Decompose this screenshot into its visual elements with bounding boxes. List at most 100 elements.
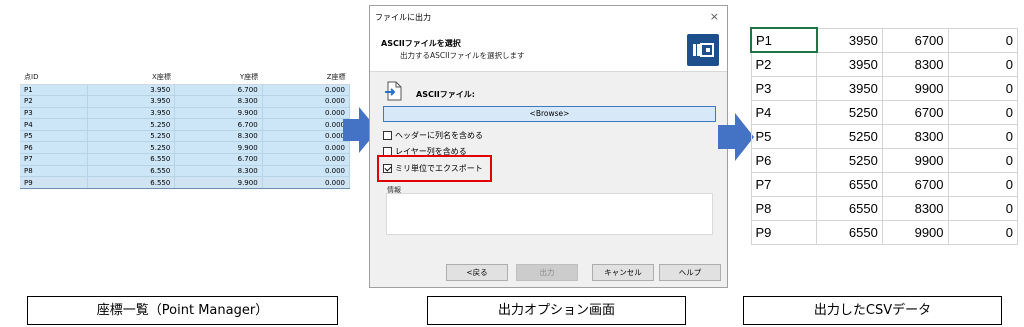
grid-cell[interactable]: 6700 — [881, 99, 949, 125]
table-cell[interactable]: 0.000 — [262, 118, 351, 131]
table-cell[interactable]: 9.900 — [174, 107, 263, 120]
table-cell[interactable]: 6.550 — [87, 165, 176, 178]
table-cell[interactable]: 6.700 — [174, 118, 263, 131]
table-row[interactable]: P6 5.250 9.900 0.000 — [20, 141, 351, 155]
table-cell[interactable]: 6.550 — [87, 153, 176, 166]
cancel-button[interactable]: キャンセル — [592, 264, 654, 281]
table-cell[interactable]: P9 — [20, 176, 89, 189]
grid-cell[interactable]: P6 — [750, 147, 818, 173]
table-cell[interactable]: 0.000 — [262, 107, 351, 120]
grid-cell[interactable]: 8300 — [881, 51, 949, 77]
grid-cell[interactable]: 0 — [947, 219, 1019, 245]
table-cell[interactable]: 6.700 — [174, 153, 263, 166]
table-row[interactable]: P1 3.950 6.700 0.000 — [20, 84, 351, 97]
grid-cell[interactable]: 0 — [947, 195, 1019, 221]
table-cell[interactable]: 6.700 — [174, 84, 263, 97]
option-export-millimeters[interactable]: ミリ単位でエクスポート — [383, 163, 483, 174]
grid-cell[interactable]: 0 — [947, 123, 1019, 149]
grid-cell[interactable]: 6550 — [816, 195, 883, 221]
table-cell[interactable]: 0.000 — [262, 165, 351, 178]
grid-cell[interactable]: P2 — [750, 51, 818, 77]
table-cell[interactable]: 8.300 — [174, 95, 263, 108]
table-cell[interactable]: 0.000 — [262, 141, 351, 155]
table-row[interactable]: P7 6.550 6.700 0.000 — [20, 153, 351, 166]
grid-cell[interactable]: P9 — [750, 219, 818, 245]
grid-cell[interactable]: 5250 — [816, 99, 883, 125]
grid-cell[interactable]: 9900 — [881, 219, 949, 245]
grid-cell[interactable]: P4 — [750, 99, 818, 125]
browse-button[interactable]: <Browse> — [383, 106, 716, 122]
option-label: ミリ単位でエクスポート — [395, 164, 483, 173]
grid-cell[interactable]: P7 — [750, 171, 818, 197]
grid-cell[interactable]: 3950 — [816, 75, 883, 101]
table-cell[interactable]: P2 — [20, 95, 89, 108]
checkbox-include-header[interactable] — [383, 131, 392, 140]
back-button[interactable]: <戻る — [446, 264, 508, 281]
grid-cell[interactable]: 6700 — [881, 27, 949, 53]
table-row[interactable]: P3 3.950 9.900 0.000 — [20, 107, 351, 120]
table-cell[interactable]: P6 — [20, 141, 89, 155]
table-cell[interactable]: 0.000 — [262, 176, 351, 189]
table-cell[interactable]: 5.250 — [87, 130, 176, 143]
grid-cell[interactable]: 6700 — [881, 171, 949, 197]
column-header-z[interactable]: Z座標 — [262, 70, 350, 85]
table-cell[interactable]: 3.950 — [87, 95, 176, 108]
table-cell[interactable]: P4 — [20, 118, 89, 131]
table-row[interactable]: P9 6.550 9.900 0.000 — [20, 176, 351, 189]
grid-cell[interactable]: 3950 — [816, 27, 883, 53]
help-button[interactable]: ヘルプ — [659, 264, 721, 281]
table-cell[interactable]: P5 — [20, 130, 89, 143]
option-include-layer[interactable]: レイヤー列を含める — [383, 146, 467, 157]
grid-cell[interactable]: 0 — [947, 147, 1019, 173]
grid-cell[interactable]: 0 — [947, 171, 1019, 197]
table-row[interactable]: P5 5.250 8.300 0.000 — [20, 130, 351, 143]
grid-cell[interactable]: 5250 — [816, 147, 883, 173]
table-cell[interactable]: 9.900 — [174, 141, 263, 155]
table-cell[interactable]: 8.300 — [174, 165, 263, 178]
table-cell[interactable]: 5.250 — [87, 118, 176, 131]
grid-cell[interactable]: 0 — [947, 75, 1019, 101]
grid-cell[interactable]: 0 — [947, 99, 1019, 125]
option-include-header[interactable]: ヘッダーに列名を含める — [383, 130, 483, 141]
grid-cell[interactable]: 6550 — [816, 219, 883, 245]
grid-cell[interactable]: 0 — [947, 27, 1019, 53]
close-icon[interactable]: × — [710, 10, 719, 23]
header-subtitle: 出力するASCIIファイルを選択します — [400, 51, 525, 60]
table-cell[interactable]: 0.000 — [262, 153, 351, 166]
table-cell[interactable]: 8.300 — [174, 130, 263, 143]
table-row[interactable]: P4 5.250 6.700 0.000 — [20, 118, 351, 131]
export-button[interactable]: 出力 — [516, 264, 578, 281]
table-cell[interactable]: P7 — [20, 153, 89, 166]
column-header-x[interactable]: X座標 — [87, 70, 175, 85]
grid-cell[interactable]: P5 — [750, 123, 818, 149]
table-cell[interactable]: 5.250 — [87, 141, 176, 155]
grid-cell[interactable]: P8 — [750, 195, 818, 221]
grid-cell[interactable]: P3 — [750, 75, 818, 101]
table-cell[interactable]: 6.550 — [87, 176, 176, 189]
table-cell[interactable]: 3.950 — [87, 84, 176, 97]
grid-cell[interactable]: 5250 — [816, 123, 883, 149]
grid-cell[interactable]: 3950 — [816, 51, 883, 77]
grid-cell[interactable]: 6550 — [816, 171, 883, 197]
grid-cell[interactable]: 8300 — [881, 123, 949, 149]
checkbox-export-millimeters[interactable] — [383, 164, 392, 173]
table-cell[interactable]: 3.950 — [87, 107, 176, 120]
grid-cell[interactable]: 8300 — [881, 195, 949, 221]
table-cell[interactable]: 0.000 — [262, 84, 351, 97]
grid-cell[interactable]: 9900 — [881, 75, 949, 101]
table-cell[interactable]: 9.900 — [174, 176, 263, 189]
column-header-point-id[interactable]: 点ID — [20, 70, 88, 85]
table-row[interactable]: P2 3.950 8.300 0.000 — [20, 95, 351, 108]
table-cell[interactable]: P3 — [20, 107, 89, 120]
table-row[interactable]: P8 6.550 8.300 0.000 — [20, 165, 351, 178]
table-cell[interactable]: 0.000 — [262, 130, 351, 143]
grid-cell[interactable]: P1 — [750, 27, 818, 53]
checkbox-include-layer[interactable] — [383, 147, 392, 156]
column-header-y[interactable]: Y座標 — [174, 70, 263, 85]
grid-cell[interactable]: 0 — [947, 51, 1019, 77]
caption-csv-output: 出力したCSVデータ — [743, 296, 1002, 325]
table-cell[interactable]: P8 — [20, 165, 89, 178]
table-cell[interactable]: 0.000 — [262, 95, 351, 108]
table-cell[interactable]: P1 — [20, 84, 89, 97]
grid-cell[interactable]: 9900 — [881, 147, 949, 173]
